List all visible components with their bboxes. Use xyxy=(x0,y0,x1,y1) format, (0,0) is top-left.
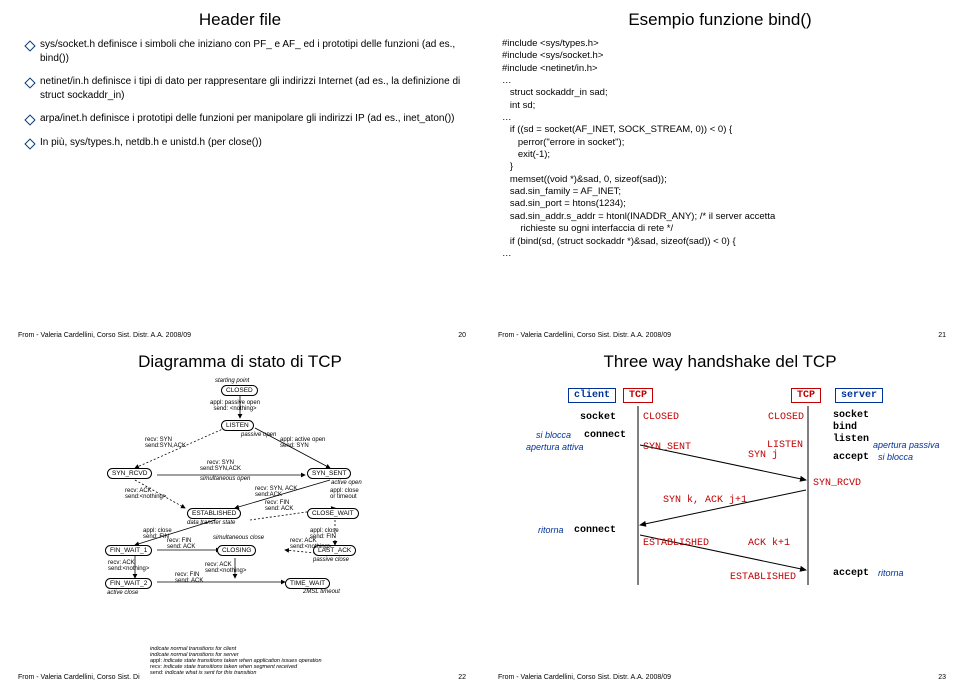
slide-22: Diagramma di stato di TCP xyxy=(0,342,480,684)
note: simultaneous close xyxy=(213,535,264,541)
edge-label: recv: SYN, ACK send:ACK xyxy=(255,486,297,498)
label-accept: accept xyxy=(833,452,869,463)
edge-label: appl: close or timeout xyxy=(330,488,359,500)
note-ritorna: ritorna xyxy=(538,525,564,535)
note-appass: apertura passiva xyxy=(873,440,940,450)
edge-label: recv: ACK send:<nothing> xyxy=(108,560,149,572)
state-closed: CLOSED xyxy=(221,385,258,396)
footer-text: From - Valeria Cardellini, Corso Sist. D… xyxy=(18,332,191,339)
bullet-list: sys/socket.h definisce i simboli che ini… xyxy=(18,38,462,149)
handshake-diagram: client TCP TCP server socket CLOSED CLOS… xyxy=(498,380,942,600)
edge-label: recv: SYN send:SYN,ACK xyxy=(200,460,241,472)
slide-title: Header file xyxy=(18,10,462,30)
state-finwait2: FIN_WAIT_2 xyxy=(105,578,152,589)
edge-label: appl: active open send: SYN xyxy=(280,437,325,449)
bullet-item: arpa/inet.h definisce i prototipi delle … xyxy=(26,112,462,126)
footer-text: From - Valeria Cardellini, Corso Sist. D… xyxy=(18,674,140,681)
label-socket: socket xyxy=(833,410,869,421)
state-closed: CLOSED xyxy=(643,412,679,423)
note: passive open xyxy=(241,432,276,438)
page-number: 20 xyxy=(458,332,466,339)
note: passive close xyxy=(313,557,349,563)
note: simultaneous open xyxy=(200,476,250,482)
slide-20: Header file sys/socket.h definisce i sim… xyxy=(0,0,480,342)
legend: indicate normal transitions for client i… xyxy=(150,646,322,676)
label-connect: connect xyxy=(574,525,616,536)
note: 2MSL timeout xyxy=(303,589,340,595)
label-socket: socket xyxy=(580,412,616,423)
state-timewait: TIME_WAIT xyxy=(285,578,330,589)
footer-text: From - Valeria Cardellini, Corso Sist. D… xyxy=(498,332,671,339)
edge-label: recv: ACK send:<nothing> xyxy=(125,488,166,500)
slide-21: Esempio funzione bind() #include <sys/ty… xyxy=(480,0,960,342)
bullet-item: sys/socket.h definisce i simboli che ini… xyxy=(26,38,462,65)
slide-title: Esempio funzione bind() xyxy=(498,10,942,30)
label-listen: listen xyxy=(833,434,869,445)
state-synrcvd: SYN_RCVD xyxy=(813,478,861,489)
note-ritorna: ritorna xyxy=(878,568,904,578)
note: starting point xyxy=(215,378,249,384)
slide-title: Three way handshake del TCP xyxy=(498,352,942,372)
label-bind: bind xyxy=(833,422,857,433)
note: data transfer state xyxy=(187,520,235,526)
msg-synj: SYN j xyxy=(748,450,778,461)
edge-label: recv: FIN send: ACK xyxy=(167,538,195,550)
state-closed: CLOSED xyxy=(768,412,804,423)
bullet-item: netinet/in.h definisce i tipi di dato pe… xyxy=(26,75,462,102)
tcp-box: TCP xyxy=(791,388,821,403)
note-apatt: apertura attiva xyxy=(526,442,584,452)
state-synsent: SYN_SENT xyxy=(307,468,351,479)
client-box: client xyxy=(568,388,616,403)
state-closewait: CLOSE_WAIT xyxy=(307,508,359,519)
footer-text: From - Valeria Cardellini, Corso Sist. D… xyxy=(498,674,671,681)
note-siblocca: si blocca xyxy=(536,430,571,440)
state-closing: CLOSING xyxy=(217,545,256,556)
edge-label: recv: SYN send:SYN,ACK xyxy=(145,437,186,449)
state-synsent: SYN_SENT xyxy=(643,442,691,453)
label-accept: accept xyxy=(833,568,869,579)
edge-label: recv: ACK send:<nothing> xyxy=(290,538,331,550)
label-connect: connect xyxy=(584,430,626,441)
tcp-state-diagram: starting point CLOSED appl: passive open… xyxy=(75,380,405,595)
edge-label: appl: passive open send: <nothing> xyxy=(210,400,260,412)
page-number: 23 xyxy=(938,674,946,681)
state-established: ESTABLISHED xyxy=(187,508,241,519)
state-established: ESTABLISHED xyxy=(643,538,709,549)
note: active close xyxy=(107,590,138,596)
page-number: 22 xyxy=(458,674,466,681)
edge-label: recv: FIN send: ACK xyxy=(265,500,293,512)
slide-title: Diagramma di stato di TCP xyxy=(18,352,462,372)
edge-label: recv: FIN send: ACK xyxy=(175,572,203,584)
slide-23: Three way handshake del TCP client TCP T… xyxy=(480,342,960,684)
bullet-item: In più, sys/types.h, netdb.h e unistd.h … xyxy=(26,136,462,150)
msg-ackk: ACK k+1 xyxy=(748,538,790,549)
state-established: ESTABLISHED xyxy=(730,572,796,583)
msg-synkack: SYN k, ACK j+1 xyxy=(663,495,747,506)
state-synrcvd: SYN_RCVD xyxy=(107,468,152,479)
code-block: #include <sys/types.h> #include <sys/soc… xyxy=(502,38,942,260)
note-siblocca: si blocca xyxy=(878,452,913,462)
server-box: server xyxy=(835,388,883,403)
note: active open xyxy=(331,480,362,486)
state-finwait1: FIN_WAIT_1 xyxy=(105,545,152,556)
edge-label: recv: ACK send:<nothing> xyxy=(205,562,246,574)
tcp-box: TCP xyxy=(623,388,653,403)
state-listen: LISTEN xyxy=(221,420,254,431)
page-number: 21 xyxy=(938,332,946,339)
